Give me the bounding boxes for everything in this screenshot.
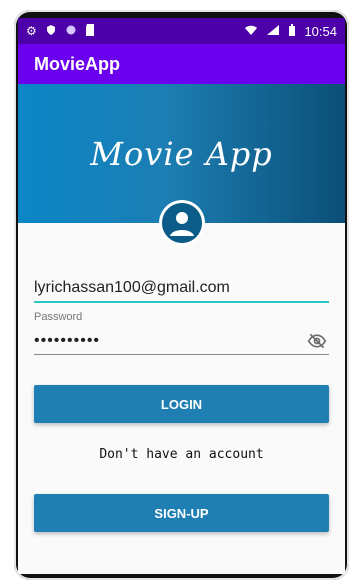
circle-icon (65, 24, 77, 38)
battery-icon (288, 24, 296, 38)
app-title: MovieApp (34, 53, 121, 74)
signup-button[interactable]: SIGN-UP (34, 494, 329, 532)
login-form: lyrichassan100@gmail.com Password ••••••… (18, 271, 345, 532)
email-field[interactable]: lyrichassan100@gmail.com (34, 271, 329, 303)
status-time: 10:54 (304, 23, 337, 39)
password-label: Password (34, 311, 83, 323)
app-bar: MovieApp (18, 44, 345, 84)
password-input-row[interactable]: •••••••••• (34, 325, 329, 355)
no-account-text: Don't have an account (99, 447, 264, 462)
screen: ⚙ 10:54 MovieApp Movie App lyrichassan10… (18, 18, 345, 574)
email-value: lyrichassan100@gmail.com (34, 279, 230, 296)
avatar (161, 203, 202, 243)
password-field[interactable]: Password •••••••••• (34, 311, 329, 355)
login-button[interactable]: LOGIN (34, 385, 329, 423)
sd-card-icon (85, 24, 95, 38)
settings-icon: ⚙ (26, 24, 37, 38)
phone-frame: ⚙ 10:54 MovieApp Movie App lyrichassan10… (14, 10, 349, 580)
status-left-icons: ⚙ (26, 24, 95, 38)
wifi-icon (244, 24, 258, 38)
status-bar: ⚙ 10:54 (18, 18, 345, 44)
banner: Movie App (18, 84, 345, 243)
password-value: •••••••••• (34, 331, 101, 349)
shield-icon (45, 24, 57, 38)
banner-title: Movie App (90, 134, 273, 173)
signal-icon (266, 24, 280, 38)
status-right-icons: 10:54 (244, 24, 337, 39)
eye-off-icon[interactable] (305, 329, 329, 353)
